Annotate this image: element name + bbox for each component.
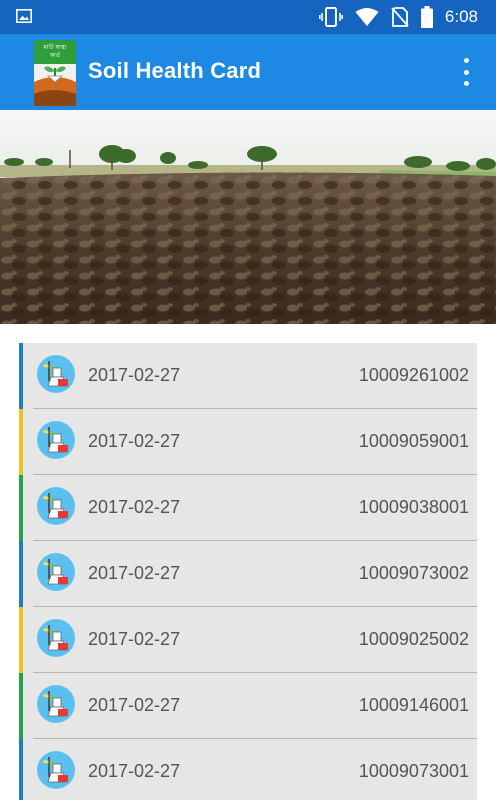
soil-field-banner [0,110,496,324]
app-title: Soil Health Card [88,58,262,83]
logo-text-1: মাটি স্বাস্থ্য [42,43,66,51]
card-number: 10009059001 [358,431,469,451]
soil-test-icon [37,355,75,393]
soil-test-icon [37,751,75,789]
soil-card-row[interactable]: 2017-02-27 10009073002 [19,541,477,607]
status-time: 6:08 [444,7,478,26]
card-number: 10009073002 [358,563,469,583]
wifi-icon [355,8,379,26]
soil-card-row[interactable]: 2017-02-27 10009146001 [19,673,477,739]
image-notification-icon [16,9,32,23]
card-date: 2017-02-27 [88,365,181,385]
soil-test-icon [37,685,75,723]
soil-card-row[interactable]: 2017-02-27 10009073001 [19,739,477,800]
battery-icon [420,6,433,28]
card-number: 10009038001 [358,497,469,517]
status-icons: 6:08 [318,6,478,28]
app-bar: মাটি স্বাস্থ্য কার্ড Soil Health Card [0,34,496,110]
card-date: 2017-02-27 [88,497,181,517]
soil-test-icon [37,421,75,459]
soil-test-icon [37,487,75,525]
soil-test-icon [37,553,75,591]
card-date: 2017-02-27 [88,629,181,649]
card-date: 2017-02-27 [88,563,181,583]
card-number: 10009025002 [358,629,469,649]
soil-card-row[interactable]: 2017-02-27 10009038001 [19,475,477,541]
logo-text-2: কার্ড [49,52,61,59]
card-date: 2017-02-27 [88,431,181,451]
card-number: 10009261002 [358,365,469,385]
card-date: 2017-02-27 [88,695,181,715]
card-number: 10009146001 [358,695,469,715]
soil-card-row[interactable]: 2017-02-27 10009025002 [19,607,477,673]
status-bar: 6:08 [0,0,496,34]
soil-card-row[interactable]: 2017-02-27 10009261002 [19,343,477,409]
card-number: 10009073001 [358,761,469,781]
soil-test-icon [37,619,75,657]
field-image [0,110,496,324]
soil-card-list: 2017-02-27 10009261002 2017-02-27 100090590… [19,343,477,800]
card-date: 2017-02-27 [88,761,181,781]
soil-health-card-logo: মাটি স্বাস্থ্য কার্ড [34,40,76,106]
vibrate-icon [318,7,343,27]
no-sim-icon [391,7,409,27]
soil-card-row[interactable]: 2017-02-27 10009059001 [19,409,477,475]
overflow-menu-icon[interactable] [454,58,478,86]
